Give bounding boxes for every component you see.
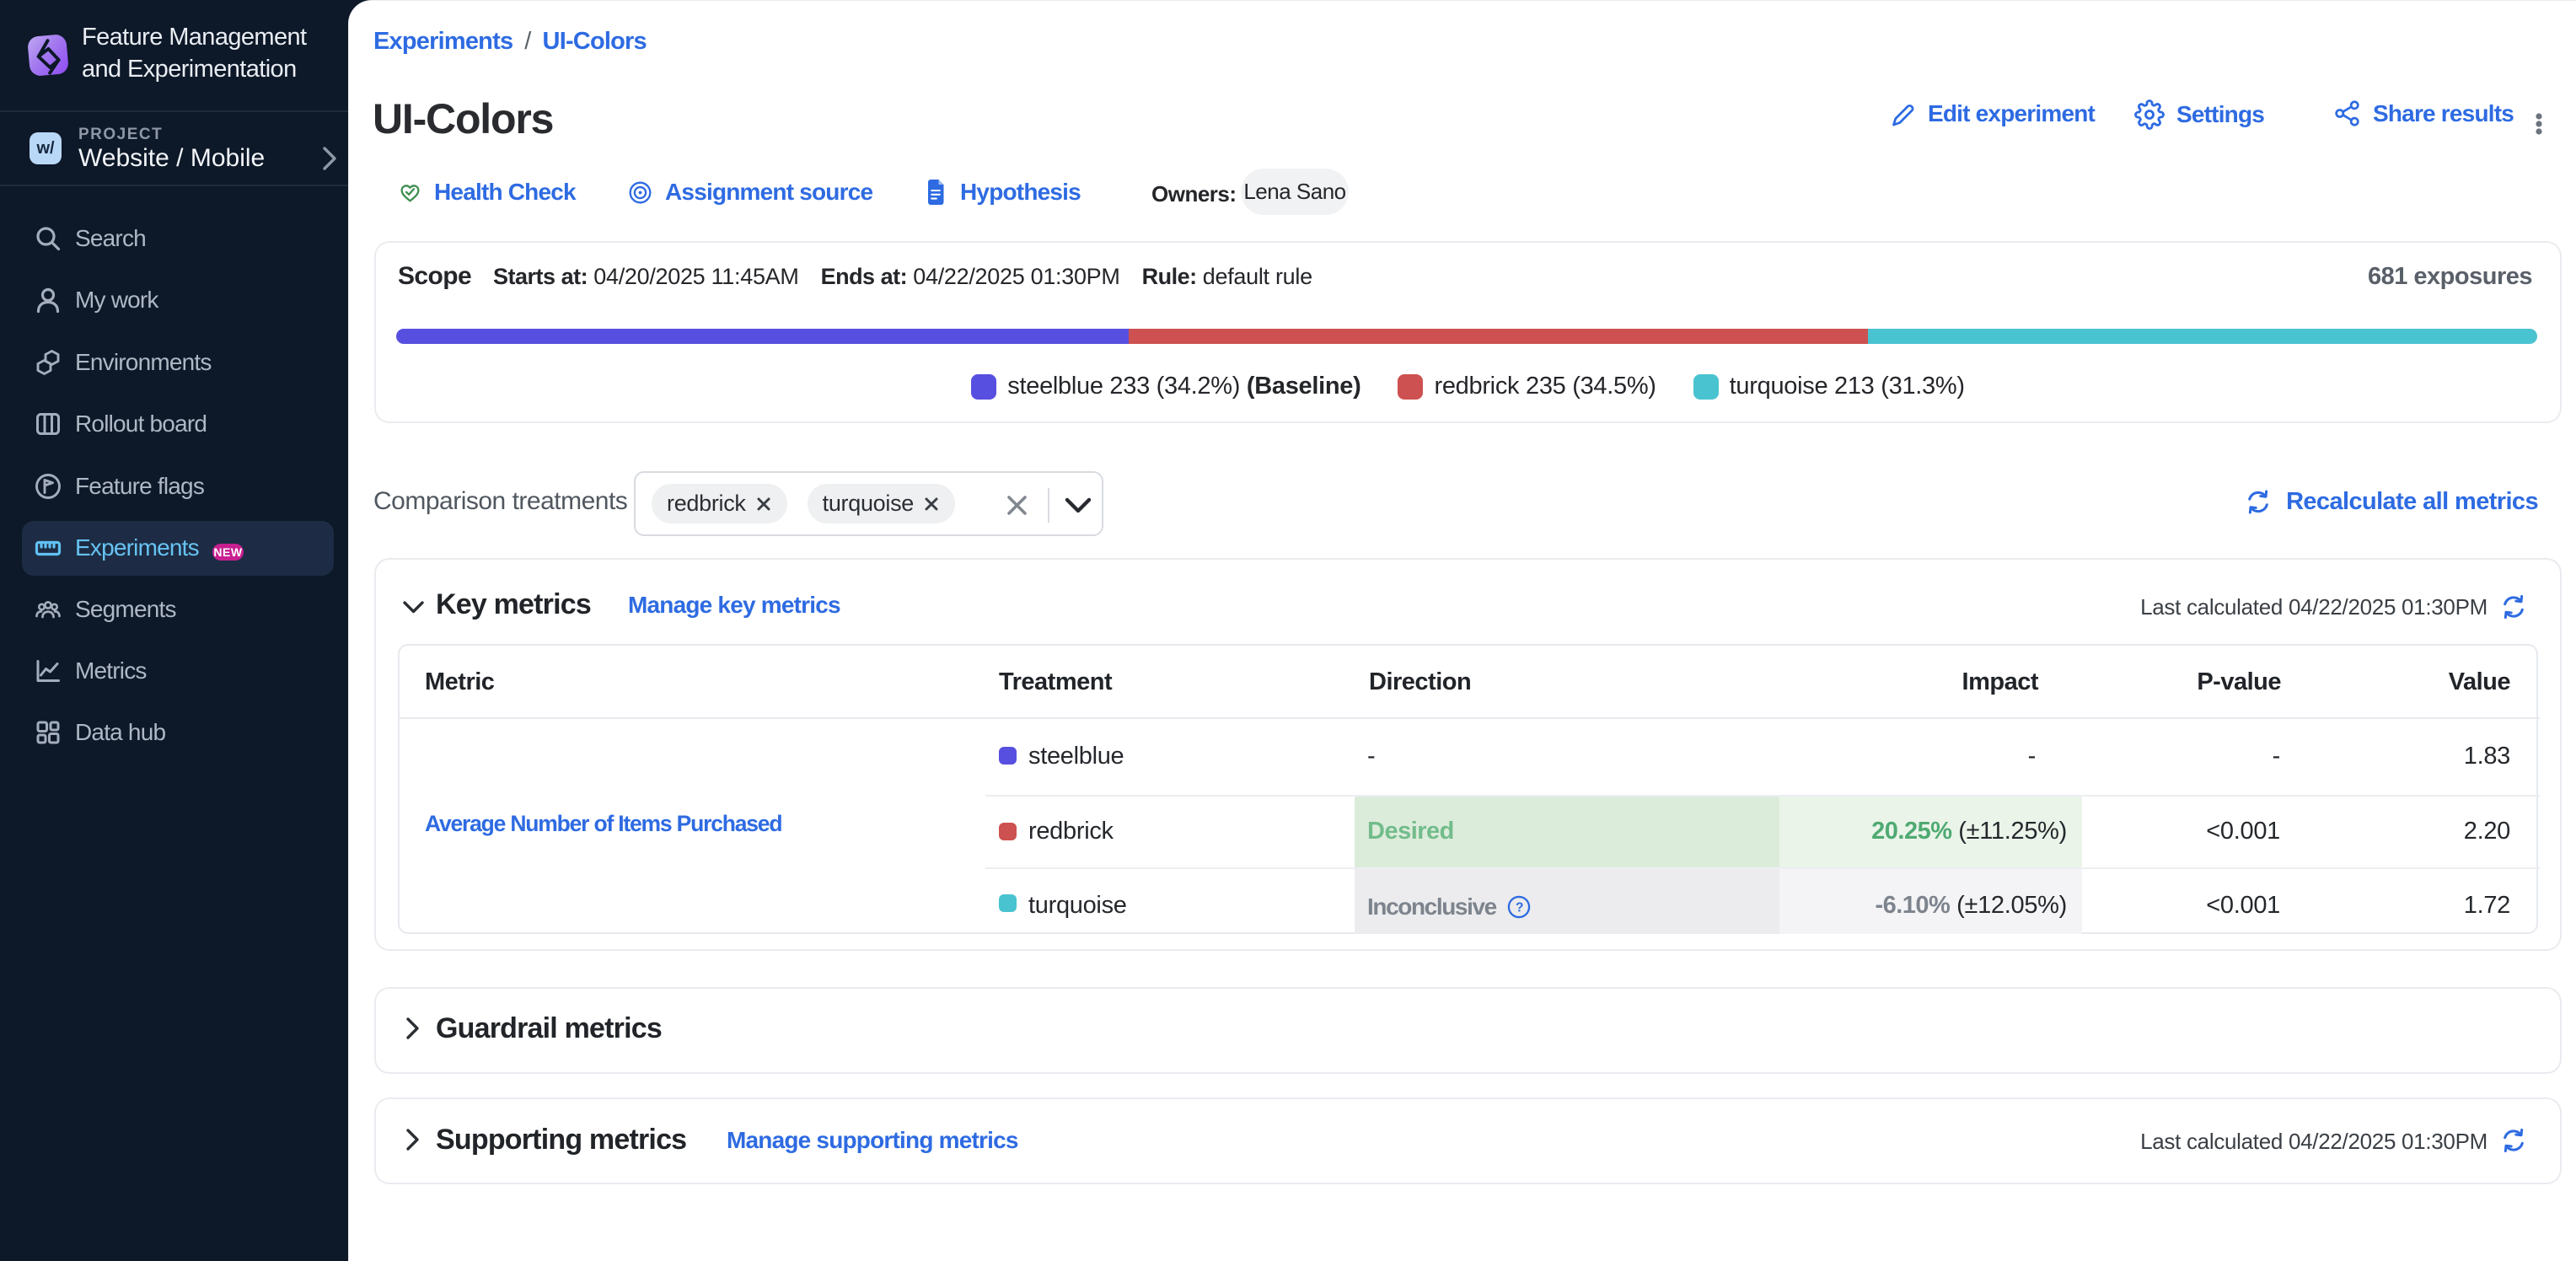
svg-text:?: ? xyxy=(1516,900,1523,915)
